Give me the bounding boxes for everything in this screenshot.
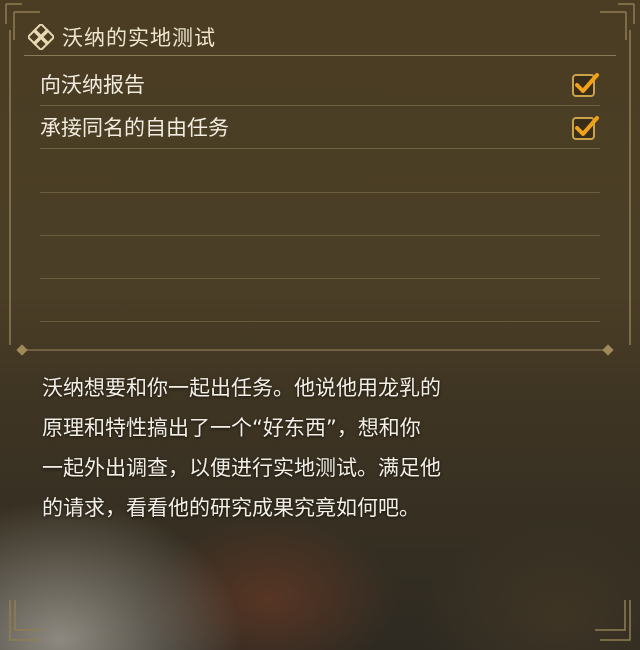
quest-title-row: 沃纳的实地测试 bbox=[28, 20, 216, 54]
quest-emblem-icon bbox=[28, 24, 54, 50]
objective-row[interactable]: 向沃纳报告 bbox=[40, 63, 600, 106]
objective-label: 承接同名的自由任务 bbox=[40, 116, 229, 140]
empty-objective-line bbox=[40, 192, 600, 193]
description-line: 沃纳想要和你一起出任务。他说他用龙乳的 bbox=[42, 376, 441, 400]
divider-ornament bbox=[16, 344, 28, 356]
empty-objective-line bbox=[40, 321, 600, 322]
description-line: 一起外出调查，以便进行实地测试。满足他 bbox=[42, 456, 441, 480]
description-line: 的请求，看看他的研究成果究竟如何吧。 bbox=[42, 496, 420, 520]
title-underline bbox=[24, 55, 616, 56]
checkbox-checked-icon bbox=[572, 73, 599, 97]
quest-detail-panel: 沃纳的实地测试 向沃纳报告 承接同名的自由任务 沃纳想要和你一起出任务。他说他用… bbox=[0, 0, 640, 650]
divider-ornament bbox=[602, 344, 614, 356]
quest-description: 沃纳想要和你一起出任务。他说他用龙乳的 原理和特性搞出了一个“好东西”，想和你 … bbox=[42, 368, 542, 528]
objective-label: 向沃纳报告 bbox=[40, 73, 145, 97]
description-line: 原理和特性搞出了一个“好东西”，想和你 bbox=[42, 416, 421, 440]
checkbox-checked-icon bbox=[572, 116, 599, 140]
objective-row[interactable]: 承接同名的自由任务 bbox=[40, 106, 600, 149]
quest-title: 沃纳的实地测试 bbox=[62, 26, 216, 50]
section-divider bbox=[22, 349, 610, 351]
empty-objective-line bbox=[40, 278, 600, 279]
empty-objective-line bbox=[40, 235, 600, 236]
